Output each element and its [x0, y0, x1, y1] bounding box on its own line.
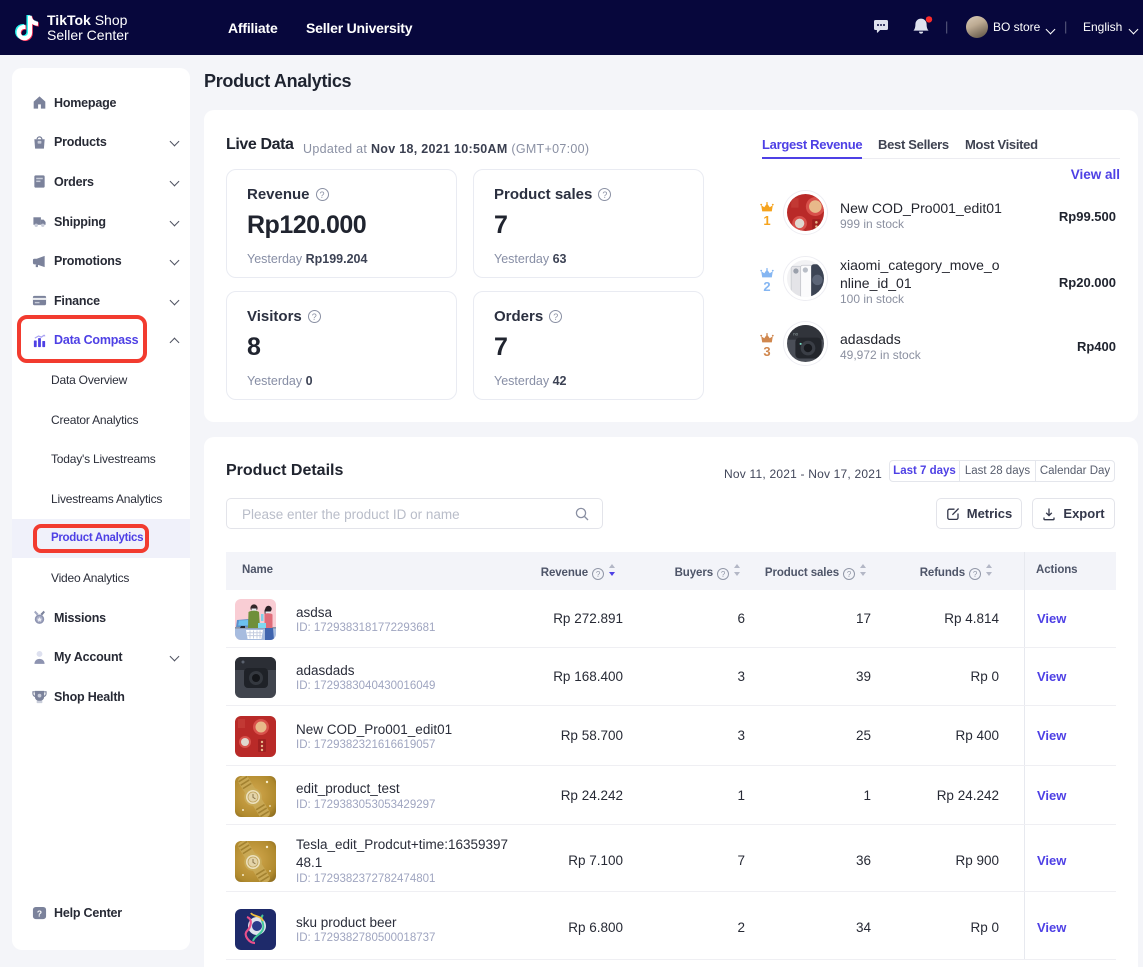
svg-text:?: ?: [37, 908, 42, 918]
svg-text:no: no: [793, 331, 798, 336]
